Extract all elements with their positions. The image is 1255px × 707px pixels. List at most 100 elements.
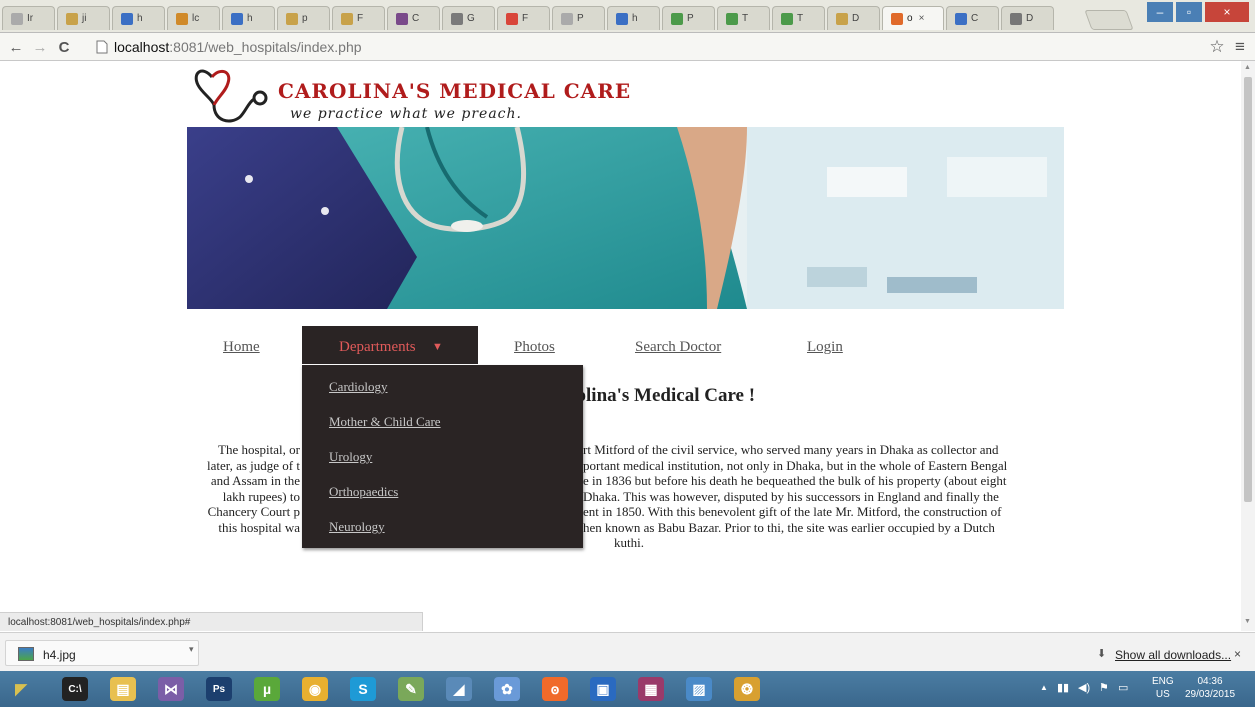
taskbar-xampp-icon[interactable]: ꙩ bbox=[536, 675, 574, 703]
tab-title: P bbox=[687, 13, 694, 24]
tab-favicon-icon bbox=[891, 12, 903, 25]
network-icon[interactable]: ▮▮ bbox=[1057, 681, 1069, 694]
nav-photos-link[interactable]: Photos bbox=[514, 339, 555, 356]
scrollbar-thumb[interactable] bbox=[1244, 77, 1252, 502]
stethoscope-logo-icon bbox=[194, 69, 268, 123]
taskbar-photoshop-icon[interactable]: Ps bbox=[200, 675, 238, 703]
download-arrow-icon: ⬇ bbox=[1097, 648, 1107, 660]
image-file-icon bbox=[18, 647, 34, 661]
close-tab-icon[interactable]: × bbox=[919, 13, 925, 24]
dropdown-item-cardiology[interactable]: Cardiology bbox=[329, 379, 388, 395]
show-all-downloads-link[interactable]: Show all downloads... bbox=[1115, 648, 1231, 662]
browser-tab[interactable]: D bbox=[827, 6, 880, 30]
download-item[interactable]: h4.jpg ▾ bbox=[5, 640, 199, 666]
browser-tab[interactable]: p bbox=[277, 6, 330, 30]
tab-favicon-icon bbox=[231, 12, 243, 25]
tab-favicon-icon bbox=[726, 12, 738, 25]
restore-button[interactable]: ▫ bbox=[1176, 2, 1202, 22]
url-path: :8081/web_hospitals/index.php bbox=[169, 38, 362, 55]
new-tab-button[interactable] bbox=[1084, 10, 1134, 30]
dropdown-item-orthopaedics[interactable]: Orthopaedics bbox=[329, 484, 398, 500]
browser-tab[interactable]: T bbox=[717, 6, 770, 30]
browser-tab[interactable]: ji bbox=[57, 6, 110, 30]
tab-favicon-icon bbox=[121, 12, 133, 25]
bookmark-star-icon[interactable]: ☆ bbox=[1207, 37, 1227, 57]
departments-dropdown: Cardiology Mother & Child Care Urology O… bbox=[302, 365, 583, 548]
taskbar-winamp-icon[interactable]: ◢ bbox=[440, 675, 478, 703]
browser-tab[interactable]: h bbox=[607, 6, 660, 30]
browser-tab[interactable]: lc bbox=[167, 6, 220, 30]
language-indicator[interactable]: ENG US bbox=[1152, 675, 1174, 701]
scroll-down-icon[interactable]: ▼ bbox=[1244, 618, 1251, 625]
picasa-glyph: ❂ bbox=[734, 677, 760, 701]
browser-tab[interactable]: T bbox=[772, 6, 825, 30]
explorer-glyph: ▤ bbox=[110, 677, 136, 701]
url-host: localhost bbox=[114, 38, 170, 55]
dropdown-item-neurology[interactable]: Neurology bbox=[329, 519, 385, 535]
tab-title: p bbox=[302, 13, 308, 24]
taskbar-cmd-icon[interactable]: C:\ bbox=[56, 675, 94, 703]
taskbar-photo-viewer-icon[interactable]: ▨ bbox=[680, 675, 718, 703]
cmd-glyph: C:\ bbox=[62, 677, 88, 701]
close-shelf-icon[interactable]: × bbox=[1234, 647, 1241, 661]
minimize-button[interactable]: – bbox=[1147, 2, 1173, 22]
flag-icon[interactable]: ⚑ bbox=[1099, 681, 1109, 694]
taskbar-virtualbox-icon[interactable]: ▣ bbox=[584, 675, 622, 703]
taskbar-notepad-icon[interactable]: ✎ bbox=[392, 675, 430, 703]
reload-icon[interactable]: C bbox=[54, 37, 74, 57]
nav-login-link[interactable]: Login bbox=[807, 339, 843, 356]
back-icon[interactable]: ← bbox=[6, 37, 26, 57]
browser-tab[interactable]: P bbox=[662, 6, 715, 30]
clock[interactable]: 04:36 29/03/2015 bbox=[1180, 675, 1240, 701]
browser-tab[interactable]: F bbox=[332, 6, 385, 30]
taskbar-paint-icon[interactable]: ✿ bbox=[488, 675, 526, 703]
browser-tab[interactable]: o × bbox=[882, 6, 944, 30]
intro-line-left: Chancery Court p bbox=[207, 504, 300, 519]
taskbar-visual-studio-icon[interactable]: ⋈ bbox=[152, 675, 190, 703]
intro-line-right: Dhaka. This was however, disputed by his… bbox=[583, 488, 999, 504]
intro-line-right: hen known as Babu Bazar. Prior to thi, t… bbox=[583, 519, 995, 535]
chevron-down-icon[interactable]: ▾ bbox=[189, 644, 194, 655]
taskbar-explorer-icon[interactable]: ▤ bbox=[104, 675, 142, 703]
display-icon[interactable]: ▭ bbox=[1118, 681, 1128, 694]
tab-title: T bbox=[797, 13, 804, 24]
intro-line-right: e in 1836 but before his death he bequea… bbox=[583, 473, 1007, 488]
tab-strip: Ir ji h lc h p F C G F Ph P T T Do × C D – ▫ × bbox=[0, 0, 1255, 33]
paint-glyph: ✿ bbox=[494, 677, 520, 701]
dropdown-item-mother-child-care[interactable]: Mother & Child Care bbox=[329, 414, 441, 430]
browser-tab[interactable]: C bbox=[387, 6, 440, 30]
nav-home-link[interactable]: Home bbox=[223, 339, 260, 356]
page-scrollbar[interactable]: ▲ ▼ bbox=[1241, 61, 1255, 631]
scroll-up-icon[interactable]: ▲ bbox=[1244, 64, 1251, 71]
browser-tab[interactable]: h bbox=[222, 6, 275, 30]
taskbar-utorrent-icon[interactable]: µ bbox=[248, 675, 286, 703]
taskbar-skype-icon[interactable]: S bbox=[344, 675, 382, 703]
tab-favicon-icon bbox=[1010, 12, 1022, 25]
browser-tab[interactable]: P bbox=[552, 6, 605, 30]
virtualbox-glyph: ▣ bbox=[590, 677, 616, 701]
browser-tab[interactable]: G bbox=[442, 6, 495, 30]
nav-departments[interactable]: Departments ▼ bbox=[302, 326, 478, 364]
tab-favicon-icon bbox=[506, 12, 518, 25]
address-bar[interactable]: localhost:8081/web_hospitals/index.php bbox=[96, 37, 1186, 56]
tray-expand-icon[interactable]: ▲ bbox=[1040, 683, 1048, 692]
taskbar-picasa-icon[interactable]: ❂ bbox=[728, 675, 766, 703]
volume-icon[interactable]: ◀) bbox=[1078, 681, 1090, 694]
nav-search-doctor-link[interactable]: Search Doctor bbox=[635, 339, 721, 356]
browser-tab[interactable]: h bbox=[112, 6, 165, 30]
chrome-glyph: ◉ bbox=[302, 677, 328, 701]
dropdown-item-urology[interactable]: Urology bbox=[329, 449, 372, 465]
taskbar-winrar-icon[interactable]: ▦ bbox=[632, 675, 670, 703]
browser-tab[interactable]: C bbox=[946, 6, 999, 30]
site-title: CAROLINA'S MEDICAL CARE bbox=[278, 79, 632, 103]
browser-tab[interactable]: Ir bbox=[2, 6, 55, 30]
download-file-name: h4.jpg bbox=[43, 648, 76, 662]
chrome-menu-icon[interactable]: ≡ bbox=[1230, 37, 1250, 57]
taskbar-chrome-icon[interactable]: ◉ bbox=[296, 675, 334, 703]
close-window-button[interactable]: × bbox=[1205, 2, 1249, 22]
forward-icon[interactable]: → bbox=[30, 37, 50, 57]
start-button[interactable]: ◤ bbox=[6, 675, 36, 703]
nurse-banner-illustration bbox=[187, 127, 1064, 309]
browser-tab[interactable]: F bbox=[497, 6, 550, 30]
browser-tab[interactable]: D bbox=[1001, 6, 1054, 30]
